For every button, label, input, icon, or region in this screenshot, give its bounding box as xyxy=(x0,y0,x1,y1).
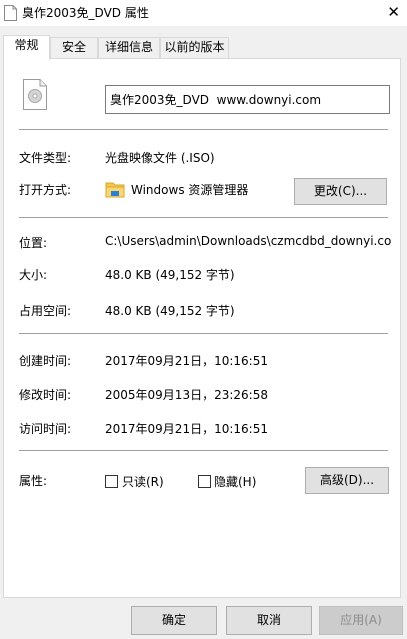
accessed-value: 2017年09月21日，10:16:51 xyxy=(105,422,268,436)
tab-security[interactable]: 安全 xyxy=(50,37,98,59)
hidden-label[interactable]: 隐藏(H) xyxy=(214,473,256,490)
readonly-label[interactable]: 只读(R) xyxy=(122,473,164,490)
change-button[interactable]: 更改(C)... xyxy=(294,178,387,205)
advanced-button[interactable]: 高级(D)... xyxy=(305,467,389,494)
tab-strip: 常规 安全 详细信息 以前的版本 xyxy=(0,35,407,60)
location-value: C:\Users\admin\Downloads\czmcdbd_downyi.… xyxy=(105,234,391,248)
readonly-checkbox[interactable] xyxy=(105,475,118,488)
cancel-button[interactable]: 取消 xyxy=(226,606,312,635)
general-panel: 文件类型: 光盘映像文件 (.ISO) 打开方式: Windows 资源管理器 … xyxy=(3,58,401,598)
folder-explorer-icon xyxy=(105,182,125,198)
file-type-value: 光盘映像文件 (.ISO) xyxy=(105,151,215,165)
separator xyxy=(19,450,388,451)
tab-previous-versions[interactable]: 以前的版本 xyxy=(160,37,229,59)
apply-button[interactable]: 应用(A) xyxy=(319,606,403,635)
attributes-label: 属性: xyxy=(19,474,48,488)
size-value: 48.0 KB (49,152 字节) xyxy=(105,268,235,282)
hidden-checkbox[interactable] xyxy=(198,475,211,488)
created-value: 2017年09月21日，10:16:51 xyxy=(105,354,268,368)
separator xyxy=(19,129,388,130)
close-icon[interactable]: ✕ xyxy=(387,3,400,21)
location-label: 位置: xyxy=(19,236,48,250)
title-bar: 臭作2003免_DVD 属性 ✕ xyxy=(0,0,407,26)
modified-label: 修改时间: xyxy=(19,388,72,402)
separator xyxy=(19,333,388,334)
modified-value: 2005年09月13日，23:26:58 xyxy=(105,388,268,402)
size-label: 大小: xyxy=(19,268,48,282)
ok-button[interactable]: 确定 xyxy=(131,606,217,635)
accessed-label: 访问时间: xyxy=(19,422,72,436)
disc-image-file-icon xyxy=(23,79,47,110)
tab-general[interactable]: 常规 xyxy=(3,35,50,60)
file-icon xyxy=(4,5,17,21)
file-type-label: 文件类型: xyxy=(19,151,72,165)
opens-with-value: Windows 资源管理器 xyxy=(131,183,249,197)
size-on-disk-label: 占用空间: xyxy=(19,304,72,318)
opens-with-label: 打开方式: xyxy=(19,183,72,197)
created-label: 创建时间: xyxy=(19,354,72,368)
separator xyxy=(19,217,388,218)
size-on-disk-value: 48.0 KB (49,152 字节) xyxy=(105,304,235,318)
tab-details[interactable]: 详细信息 xyxy=(98,37,160,59)
file-name-input[interactable] xyxy=(105,85,390,114)
window-title: 臭作2003免_DVD 属性 xyxy=(22,6,149,20)
